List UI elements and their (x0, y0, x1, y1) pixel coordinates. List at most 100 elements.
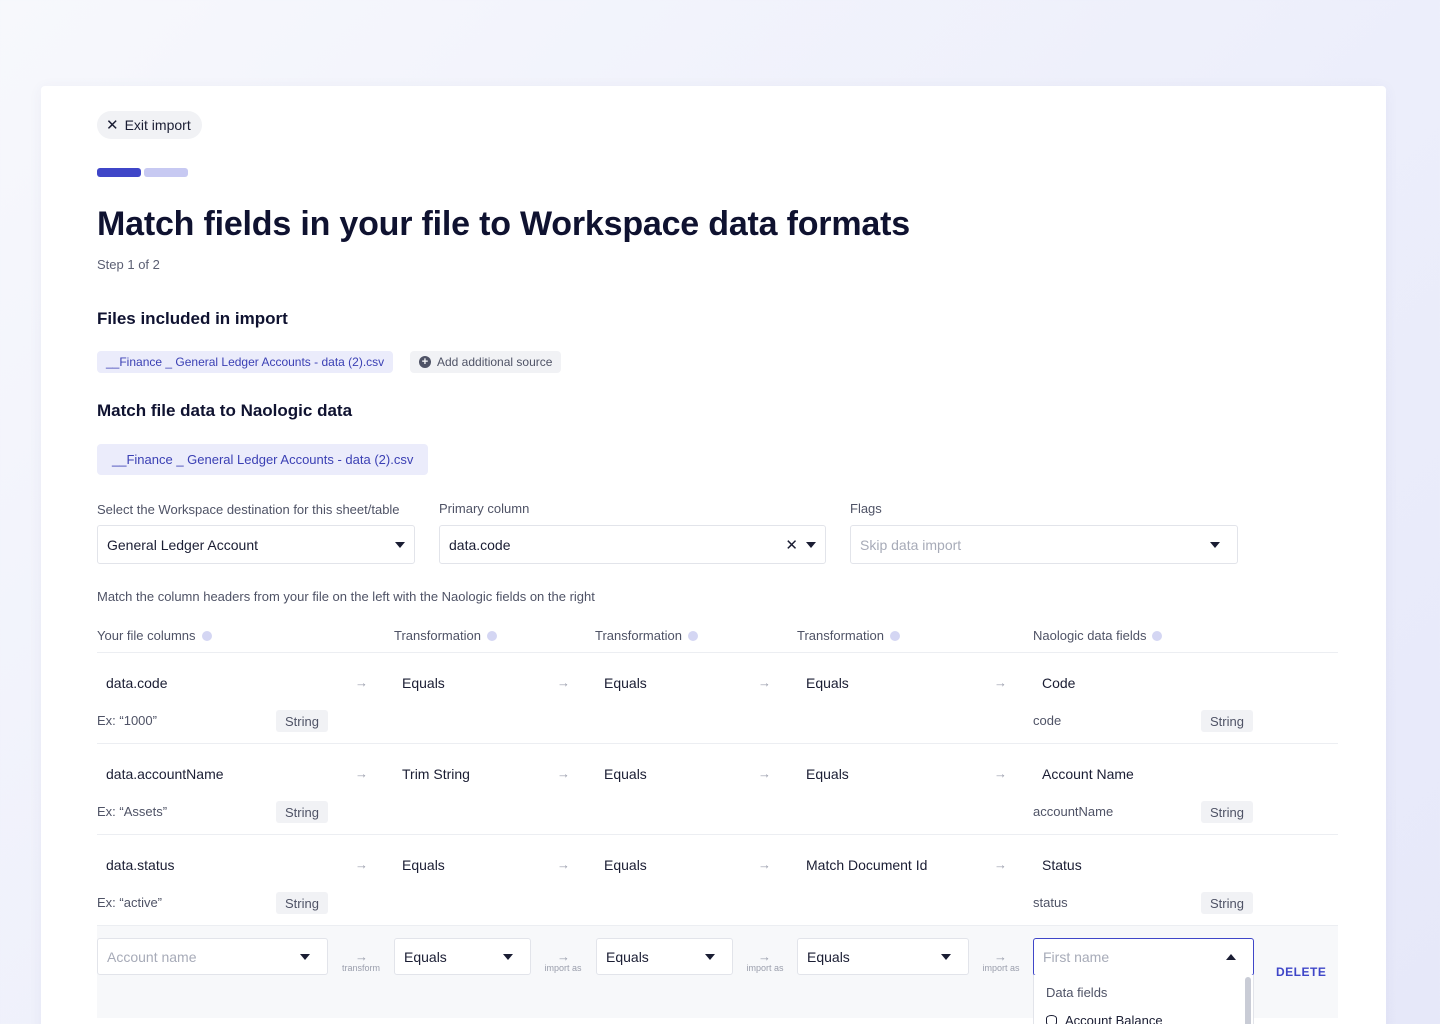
transform-3-select[interactable]: Equals (797, 938, 969, 975)
primary-column-select[interactable]: data.code ✕ (439, 525, 826, 564)
chevron-down-icon (503, 953, 513, 960)
row-2-target: Account Name (1042, 766, 1134, 782)
row-2-transform-1[interactable]: Trim String (402, 766, 470, 782)
row-1-transform-1[interactable]: Equals (402, 675, 445, 691)
plus-circle-icon: + (419, 356, 431, 368)
add-source-label: Add additional source (437, 355, 553, 369)
row-1-target-key: code (1033, 713, 1062, 728)
close-icon: ✕ (106, 116, 119, 134)
progress-step-1 (97, 168, 141, 177)
naologic-field-dropdown: Data fields Account Balance (1033, 975, 1254, 1024)
dropdown-option[interactable]: Account Balance (1046, 1013, 1163, 1024)
row-3-transform-1[interactable]: Equals (402, 857, 445, 873)
destination-value: General Ledger Account (107, 536, 258, 553)
row-3-example: Ex: “active” (97, 895, 163, 910)
row-3-transform-2[interactable]: Equals (604, 857, 647, 873)
divider (97, 652, 1338, 653)
row-2-transform-2[interactable]: Equals (604, 766, 647, 782)
sheet-tab[interactable]: __Finance _ General Ledger Accounts - da… (97, 444, 429, 475)
arrow-right-icon: → (758, 949, 771, 964)
header-naologic-fields-text: Naologic data fields (1033, 628, 1147, 643)
info-icon[interactable] (201, 631, 212, 641)
page-title: Match fields in your file to Workspace d… (97, 205, 910, 243)
database-icon (1046, 1015, 1057, 1024)
chevron-down-icon (395, 541, 405, 548)
header-file-columns: Your file columns (97, 628, 212, 643)
arrow-right-icon: → (758, 857, 771, 872)
arrow-right-icon: → (355, 857, 368, 872)
row-1-target: Code (1042, 675, 1076, 691)
delete-row-button[interactable]: DELETE (1276, 965, 1326, 979)
row-1-example: Ex: “1000” (97, 713, 157, 728)
add-source-button[interactable]: + Add additional source (410, 351, 562, 373)
clear-icon[interactable]: ✕ (785, 536, 798, 554)
match-section-title: Match file data to Naologic data (97, 401, 353, 420)
row-1-transform-3[interactable]: Equals (806, 675, 849, 691)
info-icon[interactable] (486, 631, 497, 641)
file-chip[interactable]: __Finance _ General Ledger Accounts - da… (97, 351, 394, 373)
files-section-title: Files included in import (97, 309, 288, 328)
chevron-down-icon (705, 953, 715, 960)
dropdown-option-label: Account Balance (1065, 1013, 1163, 1024)
arrow-right-icon: → (557, 675, 570, 690)
divider (97, 834, 1338, 835)
arrow-right-icon: → (355, 949, 368, 964)
header-transformation-1: Transformation (394, 628, 497, 643)
arrow-right-icon: → (994, 857, 1007, 872)
exit-import-label: Exit import (124, 117, 191, 133)
arrow-right-icon: → (994, 949, 1007, 964)
row-3-target-key: status (1033, 895, 1068, 910)
row-1-type-badge: String (276, 710, 328, 732)
primary-column-label: Primary column (439, 501, 530, 516)
arrow-right-icon: → (557, 949, 570, 964)
naologic-field-select[interactable]: First name (1033, 938, 1254, 976)
row-2-transform-3[interactable]: Equals (806, 766, 849, 782)
arrow-right-icon: → (557, 857, 570, 872)
chevron-down-icon (300, 953, 310, 960)
header-transformation-2-text: Transformation (595, 628, 682, 643)
header-file-columns-text: Your file columns (97, 628, 196, 643)
row-3-target-type-badge: String (1201, 892, 1253, 914)
info-icon[interactable] (1152, 631, 1163, 641)
header-naologic-fields: Naologic data fields (1033, 628, 1163, 643)
row-2-type-badge: String (276, 801, 328, 823)
row-3-type-badge: String (276, 892, 328, 914)
transform-2-select[interactable]: Equals (596, 938, 733, 975)
arrow-right-icon: → (994, 675, 1007, 690)
progress-step-2 (144, 168, 188, 177)
dropdown-group-label: Data fields (1046, 985, 1108, 1000)
destination-label: Select the Workspace destination for thi… (97, 502, 400, 517)
row-3-transform-3[interactable]: Match Document Id (806, 857, 927, 873)
info-icon[interactable] (687, 631, 698, 641)
exit-import-button[interactable]: ✕ Exit import (97, 111, 202, 139)
source-column-placeholder: Account name (107, 948, 197, 965)
import-as-label: import as (544, 963, 582, 973)
arrow-right-icon: → (758, 766, 771, 781)
arrow-right-icon: → (994, 766, 1007, 781)
destination-select[interactable]: General Ledger Account (97, 525, 415, 564)
row-2-target-key: accountName (1033, 804, 1114, 819)
header-transformation-1-text: Transformation (394, 628, 481, 643)
flags-select[interactable]: Skip data import (850, 525, 1238, 564)
arrow-right-icon: → (355, 675, 368, 690)
row-3-target: Status (1042, 857, 1082, 873)
transform-3-value: Equals (807, 948, 850, 965)
import-as-label: import as (746, 963, 784, 973)
info-icon[interactable] (889, 631, 900, 641)
row-1-transform-2[interactable]: Equals (604, 675, 647, 691)
arrow-right-icon: → (355, 766, 368, 781)
divider (97, 743, 1338, 744)
chevron-down-icon (941, 953, 951, 960)
transform-1-value: Equals (404, 948, 447, 965)
row-2-target-type-badge: String (1201, 801, 1253, 823)
source-column-select[interactable]: Account name (97, 938, 328, 975)
import-card: ✕ Exit import Match fields in your file … (41, 86, 1386, 1024)
primary-column-value: data.code (449, 536, 511, 553)
chevron-up-icon (1226, 954, 1236, 960)
row-1-target-type-badge: String (1201, 710, 1253, 732)
transform-1-select[interactable]: Equals (394, 938, 531, 975)
flags-placeholder: Skip data import (860, 536, 962, 553)
transform-label: transform (341, 963, 380, 973)
dropdown-scrollbar[interactable] (1245, 977, 1251, 1024)
step-indicator: Step 1 of 2 (97, 257, 160, 272)
